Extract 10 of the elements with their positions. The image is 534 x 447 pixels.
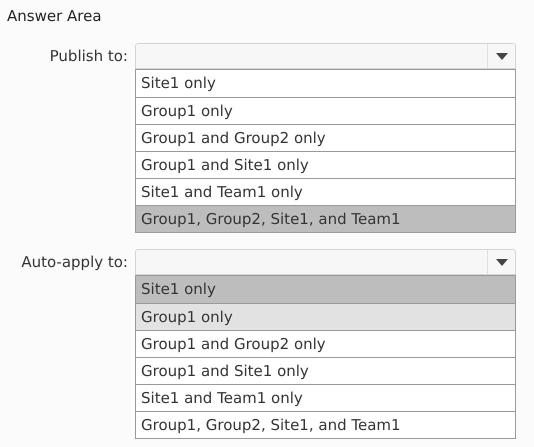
dropdown-label: Auto-apply to: [21, 252, 128, 273]
caret-icon [496, 258, 508, 266]
dropdown-option[interactable]: Group1, Group2, Site1, and Team1 [136, 205, 515, 232]
dropdown-label: Publish to: [50, 46, 128, 67]
dropdown-field[interactable] [135, 249, 516, 275]
dropdown-option[interactable]: Site1 only [136, 276, 515, 303]
dropdown-field[interactable] [135, 43, 516, 69]
answer-area-heading: Answer Area [7, 7, 102, 25]
dropdown-option[interactable]: Group1 only [136, 303, 515, 330]
caret-icon [496, 52, 508, 60]
